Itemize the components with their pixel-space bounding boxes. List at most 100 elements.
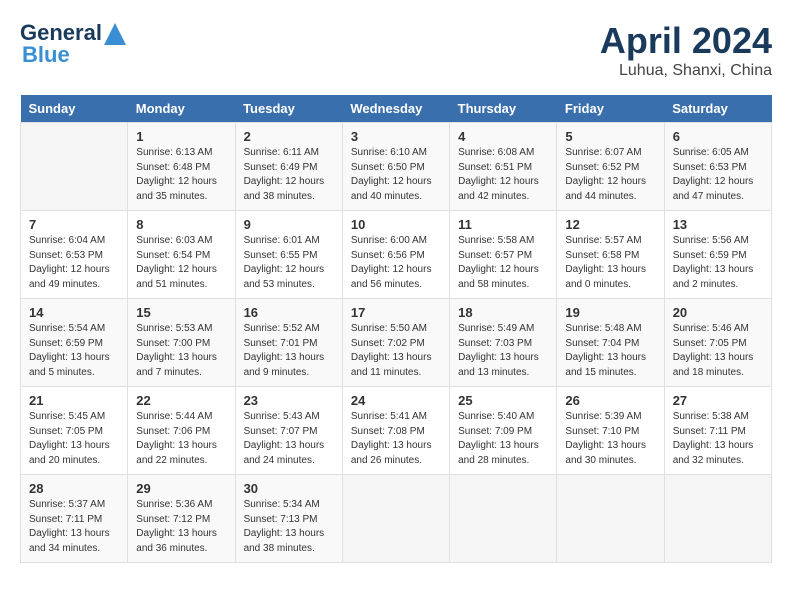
day-info: Sunrise: 5:36 AMSunset: 7:12 PMDaylight:…	[136, 498, 226, 556]
day-number: 24	[351, 393, 441, 408]
calendar-cell	[557, 475, 664, 563]
day-info: Sunrise: 5:57 AMSunset: 6:58 PMDaylight:…	[565, 234, 655, 292]
calendar-cell: 23 Sunrise: 5:43 AMSunset: 7:07 PMDayligh…	[235, 387, 342, 475]
day-info: Sunrise: 5:37 AMSunset: 7:11 PMDaylight:…	[29, 498, 119, 556]
title-block: April 2024 Luhua, Shanxi, China	[600, 20, 772, 80]
day-number: 25	[458, 393, 548, 408]
day-number: 21	[29, 393, 119, 408]
calendar-cell: 29 Sunrise: 5:36 AMSunset: 7:12 PMDayligh…	[128, 475, 235, 563]
month-year: April 2024	[600, 20, 772, 62]
day-number: 2	[244, 129, 334, 144]
logo-blue: Blue	[22, 42, 70, 68]
calendar-week-2: 7 Sunrise: 6:04 AMSunset: 6:53 PMDaylight…	[21, 211, 772, 299]
day-info: Sunrise: 6:03 AMSunset: 6:54 PMDaylight:…	[136, 234, 226, 292]
day-info: Sunrise: 5:53 AMSunset: 7:00 PMDaylight:…	[136, 322, 226, 380]
day-info: Sunrise: 5:40 AMSunset: 7:09 PMDaylight:…	[458, 410, 548, 468]
day-number: 26	[565, 393, 655, 408]
calendar-cell: 13 Sunrise: 5:56 AMSunset: 6:59 PMDayligh…	[664, 211, 771, 299]
calendar-header-row: SundayMondayTuesdayWednesdayThursdayFrid…	[21, 95, 772, 123]
day-number: 4	[458, 129, 548, 144]
calendar-table: SundayMondayTuesdayWednesdayThursdayFrid…	[20, 95, 772, 563]
calendar-cell	[342, 475, 449, 563]
page-header: General Blue April 2024 Luhua, Shanxi, C…	[20, 20, 772, 80]
col-header-wednesday: Wednesday	[342, 95, 449, 123]
day-number: 23	[244, 393, 334, 408]
day-info: Sunrise: 5:38 AMSunset: 7:11 PMDaylight:…	[673, 410, 763, 468]
calendar-cell: 27 Sunrise: 5:38 AMSunset: 7:11 PMDayligh…	[664, 387, 771, 475]
calendar-cell: 15 Sunrise: 5:53 AMSunset: 7:00 PMDayligh…	[128, 299, 235, 387]
day-info: Sunrise: 6:11 AMSunset: 6:49 PMDaylight:…	[244, 146, 334, 204]
calendar-cell: 14Sunrise: 5:54 AMSunset: 6:59 PMDayligh…	[21, 299, 128, 387]
calendar-cell: 24 Sunrise: 5:41 AMSunset: 7:08 PMDayligh…	[342, 387, 449, 475]
col-header-monday: Monday	[128, 95, 235, 123]
day-info: Sunrise: 5:56 AMSunset: 6:59 PMDaylight:…	[673, 234, 763, 292]
day-number: 15	[136, 305, 226, 320]
day-number: 20	[673, 305, 763, 320]
day-info: Sunrise: 5:58 AMSunset: 6:57 PMDaylight:…	[458, 234, 548, 292]
calendar-week-4: 21 Sunrise: 5:45 AMSunset: 7:05 PMDayligh…	[21, 387, 772, 475]
location: Luhua, Shanxi, China	[600, 62, 772, 80]
day-info: Sunrise: 6:13 AMSunset: 6:48 PMDaylight:…	[136, 146, 226, 204]
calendar-cell: 5 Sunrise: 6:07 AMSunset: 6:52 PMDaylight…	[557, 123, 664, 211]
day-number: 18	[458, 305, 548, 320]
day-info: Sunrise: 5:48 AMSunset: 7:04 PMDaylight:…	[565, 322, 655, 380]
calendar-cell: 7 Sunrise: 6:04 AMSunset: 6:53 PMDaylight…	[21, 211, 128, 299]
calendar-cell	[450, 475, 557, 563]
calendar-week-3: 14Sunrise: 5:54 AMSunset: 6:59 PMDayligh…	[21, 299, 772, 387]
day-number: 14	[29, 305, 119, 320]
logo-arrow-icon	[104, 23, 126, 45]
calendar-cell: 17Sunrise: 5:50 AMSunset: 7:02 PMDayligh…	[342, 299, 449, 387]
day-info: Sunrise: 6:04 AMSunset: 6:53 PMDaylight:…	[29, 234, 119, 292]
day-info: Sunrise: 5:45 AMSunset: 7:05 PMDaylight:…	[29, 410, 119, 468]
day-number: 11	[458, 217, 548, 232]
calendar-week-5: 28 Sunrise: 5:37 AMSunset: 7:11 PMDayligh…	[21, 475, 772, 563]
calendar-week-1: 1 Sunrise: 6:13 AMSunset: 6:48 PMDaylight…	[21, 123, 772, 211]
day-info: Sunrise: 5:44 AMSunset: 7:06 PMDaylight:…	[136, 410, 226, 468]
day-number: 8	[136, 217, 226, 232]
calendar-cell: 2 Sunrise: 6:11 AMSunset: 6:49 PMDaylight…	[235, 123, 342, 211]
day-number: 6	[673, 129, 763, 144]
calendar-cell: 10Sunrise: 6:00 AMSunset: 6:56 PMDayligh…	[342, 211, 449, 299]
day-number: 5	[565, 129, 655, 144]
day-info: Sunrise: 5:34 AMSunset: 7:13 PMDaylight:…	[244, 498, 334, 556]
calendar-cell: 12Sunrise: 5:57 AMSunset: 6:58 PMDayligh…	[557, 211, 664, 299]
calendar-cell: 20Sunrise: 5:46 AMSunset: 7:05 PMDayligh…	[664, 299, 771, 387]
calendar-body: 1 Sunrise: 6:13 AMSunset: 6:48 PMDaylight…	[21, 123, 772, 563]
day-number: 30	[244, 481, 334, 496]
calendar-cell: 8 Sunrise: 6:03 AMSunset: 6:54 PMDaylight…	[128, 211, 235, 299]
day-info: Sunrise: 6:08 AMSunset: 6:51 PMDaylight:…	[458, 146, 548, 204]
calendar-cell: 19 Sunrise: 5:48 AMSunset: 7:04 PMDayligh…	[557, 299, 664, 387]
calendar-cell: 16Sunrise: 5:52 AMSunset: 7:01 PMDayligh…	[235, 299, 342, 387]
calendar-cell: 3Sunrise: 6:10 AMSunset: 6:50 PMDaylight…	[342, 123, 449, 211]
calendar-cell: 25 Sunrise: 5:40 AMSunset: 7:09 PMDayligh…	[450, 387, 557, 475]
day-number: 19	[565, 305, 655, 320]
day-info: Sunrise: 5:43 AMSunset: 7:07 PMDaylight:…	[244, 410, 334, 468]
col-header-sunday: Sunday	[21, 95, 128, 123]
day-number: 10	[351, 217, 441, 232]
calendar-cell	[664, 475, 771, 563]
col-header-thursday: Thursday	[450, 95, 557, 123]
col-header-tuesday: Tuesday	[235, 95, 342, 123]
calendar-cell: 1 Sunrise: 6:13 AMSunset: 6:48 PMDaylight…	[128, 123, 235, 211]
day-number: 29	[136, 481, 226, 496]
calendar-cell	[21, 123, 128, 211]
day-number: 17	[351, 305, 441, 320]
day-info: Sunrise: 5:52 AMSunset: 7:01 PMDaylight:…	[244, 322, 334, 380]
calendar-cell: 4 Sunrise: 6:08 AMSunset: 6:51 PMDaylight…	[450, 123, 557, 211]
day-number: 28	[29, 481, 119, 496]
col-header-saturday: Saturday	[664, 95, 771, 123]
day-number: 9	[244, 217, 334, 232]
calendar-cell: 18 Sunrise: 5:49 AMSunset: 7:03 PMDayligh…	[450, 299, 557, 387]
day-number: 27	[673, 393, 763, 408]
day-info: Sunrise: 6:10 AMSunset: 6:50 PMDaylight:…	[351, 146, 441, 204]
day-number: 13	[673, 217, 763, 232]
logo: General Blue	[20, 20, 126, 68]
day-info: Sunrise: 5:49 AMSunset: 7:03 PMDaylight:…	[458, 322, 548, 380]
calendar-cell: 30 Sunrise: 5:34 AMSunset: 7:13 PMDayligh…	[235, 475, 342, 563]
day-info: Sunrise: 5:39 AMSunset: 7:10 PMDaylight:…	[565, 410, 655, 468]
day-number: 7	[29, 217, 119, 232]
day-info: Sunrise: 6:05 AMSunset: 6:53 PMDaylight:…	[673, 146, 763, 204]
day-info: Sunrise: 6:07 AMSunset: 6:52 PMDaylight:…	[565, 146, 655, 204]
day-info: Sunrise: 5:41 AMSunset: 7:08 PMDaylight:…	[351, 410, 441, 468]
day-number: 1	[136, 129, 226, 144]
